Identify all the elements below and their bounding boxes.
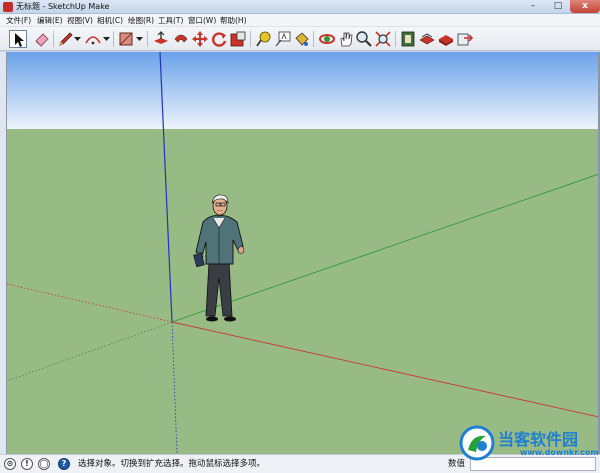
zoom-tool-icon (356, 31, 372, 47)
text-tool-button[interactable] (274, 30, 292, 48)
rectangle-dropdown-arrow-icon[interactable] (136, 36, 143, 42)
window-title: 无标题 - SketchUp Make (16, 2, 110, 11)
zoom-extents-tool-icon (375, 31, 391, 47)
rectangle-tool-icon (119, 32, 133, 46)
orbit-tool-icon (319, 34, 335, 44)
credits-icon[interactable]: ! (21, 458, 33, 470)
sky (7, 52, 598, 129)
select-tool-icon (15, 33, 24, 47)
account-icon[interactable]: ◯ (38, 458, 50, 470)
menu-camera[interactable]: 相机(C) (97, 14, 123, 27)
close-icon: x (582, 1, 588, 11)
share-model-button[interactable] (437, 30, 455, 48)
arc-tool-button[interactable] (84, 30, 102, 48)
toolbar-separator (147, 31, 148, 47)
status-hint-text: 选择对象。切换到扩充选择。拖动鼠标选择多项。 (78, 459, 266, 469)
maximize-button[interactable]: □ (546, 0, 570, 13)
line-tool-button[interactable] (57, 30, 75, 48)
watermark: 当客软件园 www.downkr.com (458, 424, 599, 470)
menu-bar: 文件(F) 编辑(E) 视图(V) 相机(C) 绘图(R) 工具(T) 窗口(W… (0, 14, 600, 27)
sketchup-window: 无标题 - SketchUp Make – □ x 文件(F) 编辑(E) 视图… (0, 0, 600, 473)
title-bar: 无标题 - SketchUp Make – □ x (0, 0, 600, 14)
text-tool-icon (275, 31, 291, 47)
rotate-tool-icon (212, 32, 227, 47)
toolbar-separator (395, 31, 396, 47)
maximize-icon: □ (553, 1, 563, 11)
minimize-icon: – (530, 1, 536, 11)
select-tool-button[interactable] (9, 30, 27, 48)
pan-tool-icon (340, 32, 353, 47)
toolbar-separator (250, 31, 251, 47)
menu-view[interactable]: 视图(V) (67, 14, 93, 27)
paint-bucket-tool-button[interactable] (293, 30, 311, 48)
watermark-logo (459, 425, 495, 461)
extension-warehouse-icon (419, 33, 435, 45)
pan-tool-button[interactable] (337, 30, 355, 48)
layout-send-icon (457, 33, 474, 46)
push-pull-tool-button[interactable] (152, 30, 170, 48)
zoom-tool-button[interactable] (355, 30, 373, 48)
rotate-tool-button[interactable] (210, 30, 228, 48)
extension-warehouse-button[interactable] (418, 30, 436, 48)
watermark-url: www.downkr.com (520, 448, 599, 457)
geo-location-icon[interactable]: ⊙ (4, 458, 16, 470)
pencil-line-tool-icon (59, 32, 73, 46)
zoom-extents-tool-button[interactable] (374, 30, 392, 48)
share-model-icon (439, 35, 453, 46)
watermark-title: 当客软件园 (498, 430, 579, 449)
drawing-area[interactable] (6, 52, 598, 454)
follow-me-tool-button[interactable] (172, 30, 190, 48)
toolbar-separator (53, 31, 54, 47)
getting-started-toolbar (0, 27, 600, 51)
arc-dropdown-arrow-icon[interactable] (103, 36, 110, 42)
scene-canvas[interactable] (7, 52, 598, 454)
eraser-tool-button[interactable] (33, 30, 51, 48)
menu-window[interactable]: 窗口(W) (188, 14, 216, 27)
scale-tool-button[interactable] (229, 30, 247, 48)
menu-edit[interactable]: 编辑(E) (37, 14, 63, 27)
minimize-button[interactable]: – (520, 0, 546, 13)
line-dropdown-arrow-icon[interactable] (74, 36, 81, 42)
tape-measure-tool-icon (256, 31, 271, 47)
menu-help[interactable]: 帮助(H) (220, 14, 247, 27)
rectangle-tool-button[interactable] (117, 30, 135, 48)
warehouse-icon (401, 31, 415, 47)
menu-draw[interactable]: 绘图(R) (128, 14, 154, 27)
tape-measure-tool-button[interactable] (255, 30, 273, 48)
follow-me-tool-icon (174, 34, 188, 43)
ground-plane (7, 129, 598, 454)
toolbar-separator (113, 31, 114, 47)
paint-bucket-tool-icon (295, 32, 309, 46)
eraser-tool-icon (35, 33, 49, 47)
push-pull-tool-icon (154, 31, 168, 44)
help-icon[interactable]: ? (58, 458, 70, 470)
move-tool-icon (192, 31, 208, 47)
close-button[interactable]: x (570, 0, 600, 13)
menu-tools[interactable]: 工具(T) (158, 14, 183, 27)
warehouse-button[interactable] (399, 30, 417, 48)
move-tool-button[interactable] (191, 30, 209, 48)
toolbar-separator (313, 31, 314, 47)
arc-tool-icon (85, 36, 101, 45)
sketchup-app-icon (3, 2, 13, 12)
send-to-layout-button[interactable] (456, 30, 474, 48)
menu-file[interactable]: 文件(F) (6, 14, 31, 27)
orbit-tool-button[interactable] (318, 30, 336, 48)
scale-tool-icon (230, 31, 246, 47)
